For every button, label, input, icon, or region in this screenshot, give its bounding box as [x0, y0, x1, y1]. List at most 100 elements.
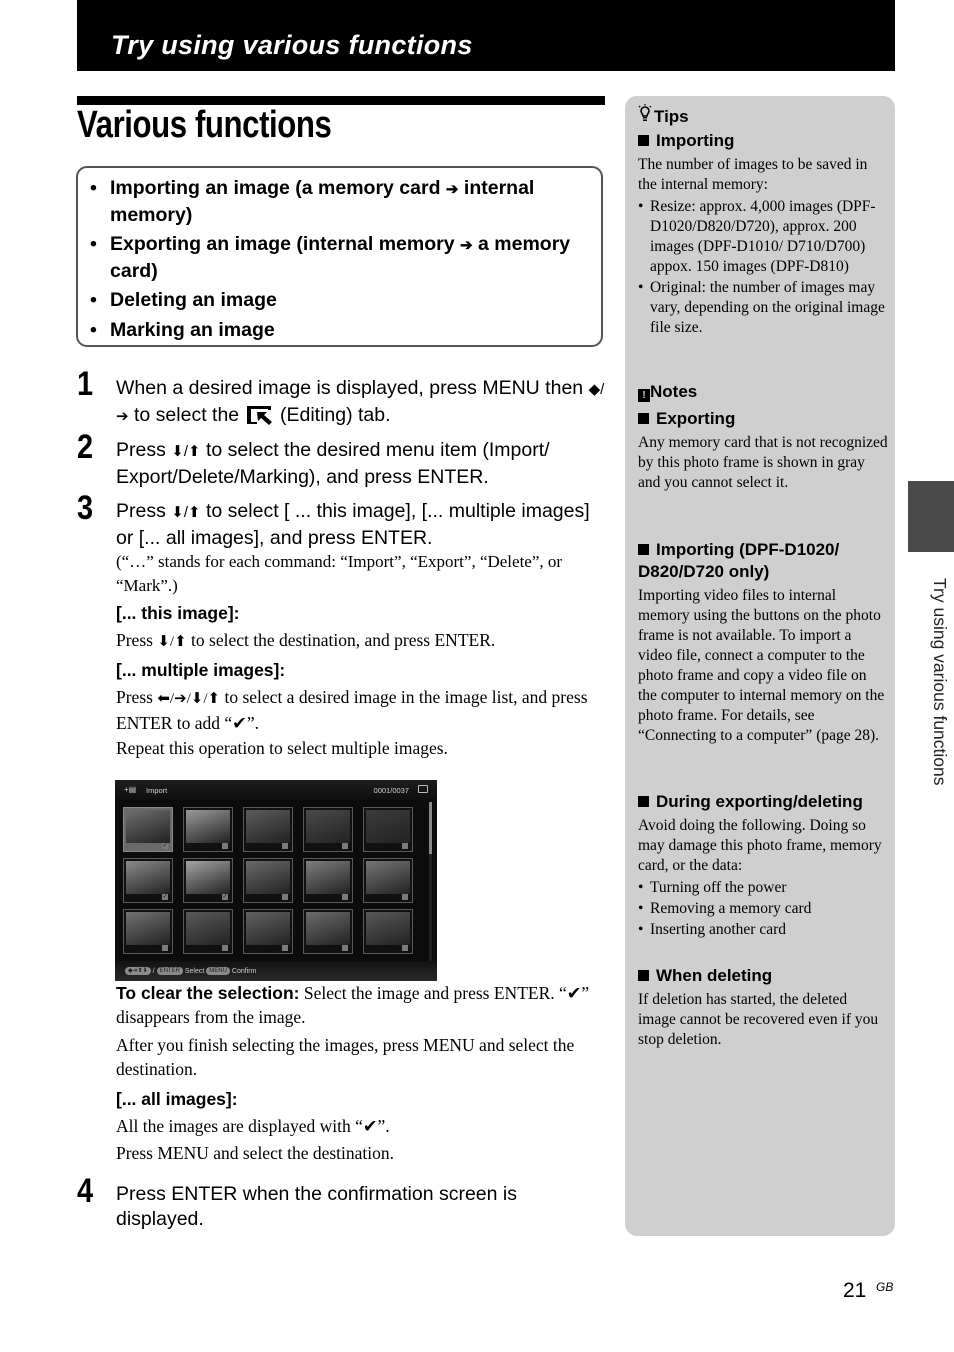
thumbnail[interactable] — [243, 807, 293, 852]
step-number: 2 — [77, 428, 94, 466]
thumbnail-image — [306, 861, 350, 894]
thumbnail[interactable]: ✓ — [123, 858, 173, 903]
list-item: Resize: approx. 4,000 images (DPF-D1020/… — [638, 197, 888, 277]
thumbnail-image — [186, 810, 230, 843]
thumbnail[interactable] — [363, 909, 413, 954]
list-item: Turning off the power — [638, 878, 888, 898]
confirm-label: Confirm — [231, 968, 257, 975]
down-up-arrows-icon: ⬇/⬆ — [157, 634, 187, 650]
clear-selection-label: To clear the selection: — [116, 983, 300, 1003]
down-up-arrows-icon: ⬇/⬆ — [171, 504, 201, 521]
checkbox-icon — [222, 843, 228, 849]
step-text: Press ⬇/⬆ to select [ ... this image], [… — [116, 499, 608, 598]
list-item: • Importing an image (a memory card ➔ int… — [90, 177, 535, 226]
thumbnail[interactable] — [123, 909, 173, 954]
thumbnail[interactable] — [363, 858, 413, 903]
checkbox-icon — [342, 843, 348, 849]
notes-importing-video: Importing (DPF-D1020/ D820/D720 only) Im… — [638, 540, 885, 744]
tips-header: Tips — [638, 104, 888, 127]
thumbnail[interactable] — [183, 909, 233, 954]
list-item: • Marking an image — [90, 318, 275, 341]
square-bullet-icon — [638, 970, 649, 981]
list-item: Removing a memory card — [638, 899, 888, 919]
checkbox-icon — [162, 945, 168, 951]
section-title: Try using various functions — [111, 30, 473, 60]
multiple-images-heading: [... multiple images]: — [116, 660, 286, 680]
import-icon: +▤ — [124, 785, 137, 794]
thumbnail-image — [246, 861, 290, 894]
thumbnail-image — [306, 912, 350, 945]
thumbnail-image — [126, 912, 170, 945]
checkmark-icon: ✓ — [162, 894, 168, 900]
thumbnail[interactable] — [363, 807, 413, 852]
nav-buttons-pill: ◆➔⬆⬇ — [125, 967, 151, 975]
thumbnail[interactable]: ✓ — [183, 858, 233, 903]
thumbnail[interactable] — [183, 807, 233, 852]
thumbnail[interactable] — [243, 909, 293, 954]
thumbnail-image — [306, 810, 350, 843]
importing-bullets: Resize: approx. 4,000 images (DPF-D1020/… — [638, 197, 888, 338]
thumbnail-image — [126, 810, 170, 843]
thumbnail-image — [126, 861, 170, 894]
checkbox-icon — [402, 843, 408, 849]
thumbnail[interactable]: ✓ — [123, 807, 173, 852]
notes-exporting: Exporting Any memory card that is not re… — [638, 409, 888, 491]
thumbnail-image — [186, 912, 230, 945]
clear-selection-text: To clear the selection: Select the image… — [116, 983, 590, 1027]
square-bullet-icon — [638, 544, 649, 555]
thumbnail-image — [186, 861, 230, 894]
all-images-heading: [... all images]: — [116, 1089, 238, 1109]
chapter-tab — [908, 481, 954, 552]
region-code: GB — [876, 1280, 894, 1294]
scrollbar-thumb — [429, 802, 432, 854]
screen-header: +▤ Import 0001/0037 — [115, 780, 437, 800]
select-label: Select — [184, 968, 205, 975]
step-number: 1 — [77, 365, 94, 403]
this-image-text: Press ⬇/⬆ to select the destination, and… — [116, 630, 496, 650]
all-images-line-2: Press MENU and select the destination. — [116, 1143, 395, 1163]
down-up-arrows-icon: ⬇/⬆ — [171, 443, 201, 460]
square-bullet-icon — [638, 796, 649, 807]
notes-during-exporting: During exporting/deleting Avoid doing th… — [638, 791, 888, 941]
square-bullet-icon — [638, 413, 649, 424]
checkbox-icon — [402, 945, 408, 951]
arrow-right-icon: ➔ — [445, 181, 459, 198]
scrollbar — [429, 802, 432, 962]
thumbnail-image — [366, 810, 410, 843]
notes-when-deleting: When deleting If deletion has started, t… — [638, 966, 879, 1048]
notes-icon: ! — [638, 389, 650, 402]
import-screen-image: +▤ Import 0001/0037 ✓ ✓ ✓ ◆➔⬆⬇ / ENTER Sel… — [115, 780, 437, 981]
page-number: 21 — [843, 1279, 867, 1302]
editing-tab-icon — [246, 405, 272, 425]
tips-notes-sidebar: Tips Importing The number of images to b… — [625, 96, 895, 1236]
section-heading: Importing — [638, 130, 888, 152]
tips-title: Tips — [654, 107, 689, 126]
repeat-text: Repeat this operation to select multiple… — [116, 738, 448, 758]
notes-title: Notes — [650, 382, 698, 401]
thumbnail[interactable] — [243, 858, 293, 903]
thumbnail[interactable] — [303, 909, 353, 954]
checkbox-icon — [342, 945, 348, 951]
list-item: Original: the number of images may vary,… — [638, 278, 888, 338]
checkmark-icon: ✓ — [162, 843, 168, 849]
image-counter: 0001/0037 — [373, 786, 409, 795]
step-number: 4 — [77, 1172, 94, 1210]
step-text: Press ENTER when the confirmation screen… — [116, 1183, 517, 1230]
checkbox-icon — [282, 894, 288, 900]
checkbox-icon — [282, 945, 288, 951]
section-banner: Try using various functions — [77, 0, 895, 71]
list-item: • Deleting an image — [90, 289, 277, 311]
command-note: (“…” stands for each command: “Import”, … — [116, 552, 563, 595]
this-image-heading: [... this image]: — [116, 603, 240, 623]
during-bullets: Turning off the power Removing a memory … — [638, 878, 888, 940]
tips-importing: Importing The number of images to be sav… — [638, 130, 888, 339]
thumbnail[interactable] — [303, 807, 353, 852]
lightbulb-icon — [638, 104, 654, 127]
square-bullet-icon — [638, 135, 649, 146]
functions-list: • Importing an image (a memory card ➔ int… — [78, 168, 601, 342]
page-title: Various functions — [77, 104, 332, 146]
menu-pill: MENU — [206, 967, 230, 975]
thumbnail[interactable] — [303, 858, 353, 903]
functions-summary-box: • Importing an image (a memory card ➔ int… — [76, 166, 603, 347]
memory-icon — [418, 785, 428, 793]
